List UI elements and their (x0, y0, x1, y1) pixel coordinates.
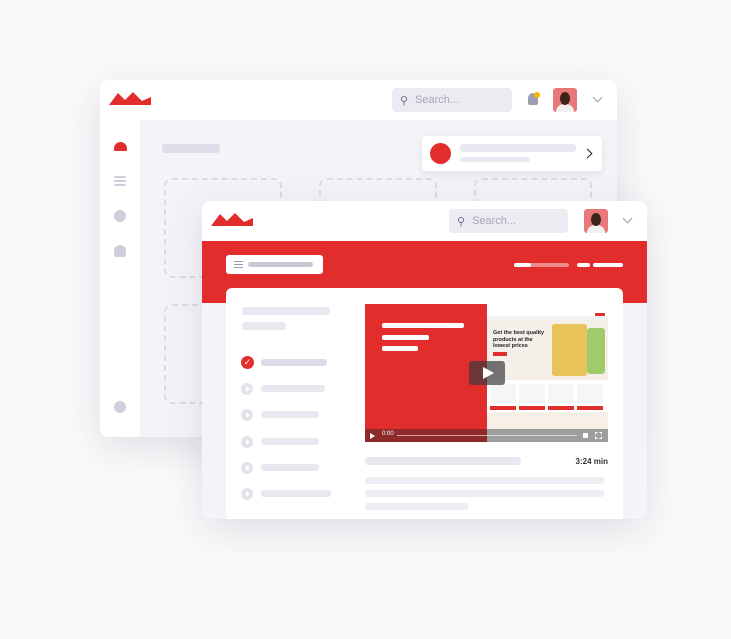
page-title-placeholder (162, 144, 220, 153)
chevron-right-icon[interactable] (582, 148, 593, 159)
search-icon: ⚲ (457, 215, 466, 228)
video-duration: 3:24 min (575, 457, 608, 466)
lesson-item[interactable] (261, 438, 319, 445)
search-icon: ⚲ (400, 94, 409, 107)
search-input[interactable]: ⚲ Search... (392, 88, 512, 112)
play-circle-icon[interactable] (241, 383, 253, 395)
lesson-item[interactable] (261, 385, 325, 392)
lesson-item[interactable] (261, 411, 319, 418)
hamburger-icon (234, 261, 243, 268)
lesson-item[interactable] (261, 359, 327, 366)
volume-icon[interactable] (583, 433, 588, 438)
menu-button[interactable] (226, 255, 323, 274)
placeholder-line (577, 263, 590, 267)
thumbnail-headline: Get the best quality products at the low… (493, 330, 545, 349)
placeholder-line (382, 346, 418, 351)
placeholder-line (242, 322, 286, 330)
front-window: ⚲ Search... ✓ Get the best quality produ… (202, 201, 647, 519)
play-circle-icon[interactable] (241, 462, 253, 474)
video-controls: 0:00 (365, 429, 608, 442)
user-icon[interactable] (114, 245, 126, 257)
placeholder-line (365, 490, 604, 497)
placeholder-line (460, 144, 576, 152)
time-current: 0:00 (382, 431, 394, 437)
placeholder-line (242, 307, 330, 315)
search-input[interactable]: ⚲ Search... (449, 209, 568, 233)
lesson-item[interactable] (261, 464, 319, 471)
placeholder-line (460, 157, 530, 162)
progress-bar (514, 263, 569, 267)
user-icon (430, 143, 451, 164)
placeholder-line (593, 263, 623, 267)
placeholder-line (365, 477, 604, 484)
play-circle-icon[interactable] (241, 488, 253, 500)
play-button[interactable] (469, 361, 505, 385)
course-card: ✓ Get the best quality products at the l… (226, 288, 623, 519)
list-icon[interactable] (114, 176, 126, 186)
seek-bar[interactable] (397, 435, 577, 436)
lesson-item[interactable] (261, 490, 331, 497)
logo (211, 213, 253, 226)
placeholder-line (382, 335, 429, 340)
placeholder-line (365, 503, 468, 510)
avatar[interactable] (584, 209, 608, 233)
header (202, 201, 647, 241)
user-notification-card[interactable] (422, 136, 602, 171)
gear-icon[interactable] (114, 401, 126, 413)
logo (109, 92, 151, 105)
avatar[interactable] (553, 88, 577, 112)
header (100, 80, 617, 120)
video-player[interactable]: Get the best quality products at the low… (365, 304, 608, 442)
play-icon[interactable] (370, 432, 375, 439)
pie-chart-icon[interactable] (114, 210, 126, 222)
placeholder-line (382, 323, 464, 328)
sidebar (100, 120, 140, 437)
placeholder-line (248, 262, 313, 267)
video-title-placeholder (365, 457, 521, 465)
fullscreen-icon[interactable] (595, 432, 602, 439)
play-circle-icon[interactable] (241, 409, 253, 421)
video-thumbnail: Get the best quality products at the low… (487, 304, 608, 442)
check-circle-icon[interactable]: ✓ (241, 356, 254, 369)
notification-dot (534, 92, 540, 98)
dashboard-icon[interactable] (114, 142, 127, 151)
play-circle-icon[interactable] (241, 436, 253, 448)
